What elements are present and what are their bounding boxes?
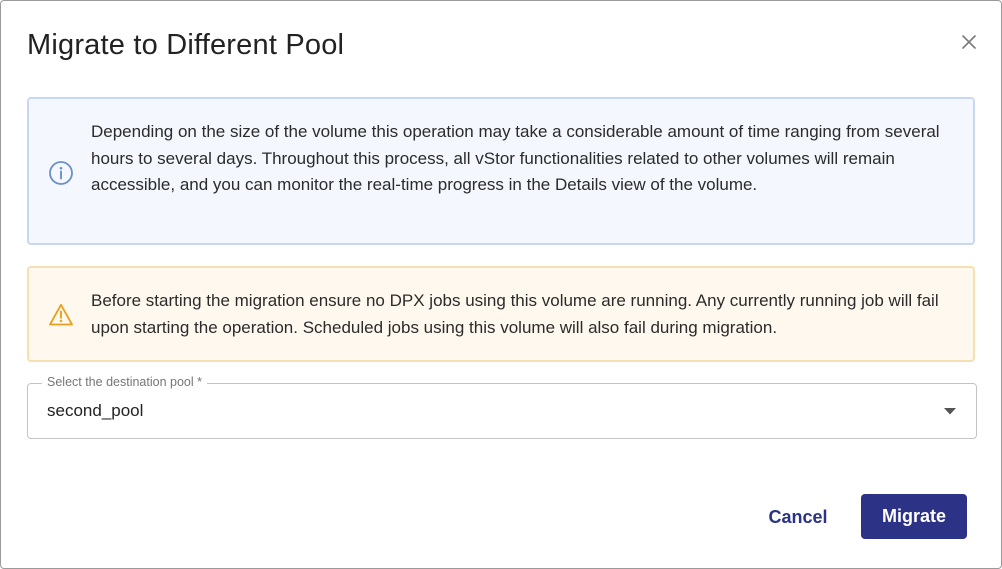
warning-triangle-icon [49,303,73,326]
info-alert-text: Depending on the size of the volume this… [91,122,940,194]
migrate-button[interactable]: Migrate [861,494,967,539]
dialog-title: Migrate to Different Pool [27,29,345,61]
caret-down-icon[interactable] [943,407,957,415]
close-icon[interactable] [958,31,980,53]
info-alert: Depending on the size of the volume this… [27,97,975,245]
destination-pool-select[interactable]: Select the destination pool * second_poo… [27,375,977,439]
warning-alert: Before starting the migration ensure no … [27,266,975,362]
migrate-pool-dialog: Migrate to Different Pool Depending on t… [0,0,1002,569]
info-circle-icon [49,161,73,185]
warning-alert-text: Before starting the migration ensure no … [91,291,939,337]
destination-pool-value: second_pool [47,401,144,420]
destination-pool-label: Select the destination pool * [42,375,207,389]
cancel-button[interactable]: Cancel [756,495,840,540]
